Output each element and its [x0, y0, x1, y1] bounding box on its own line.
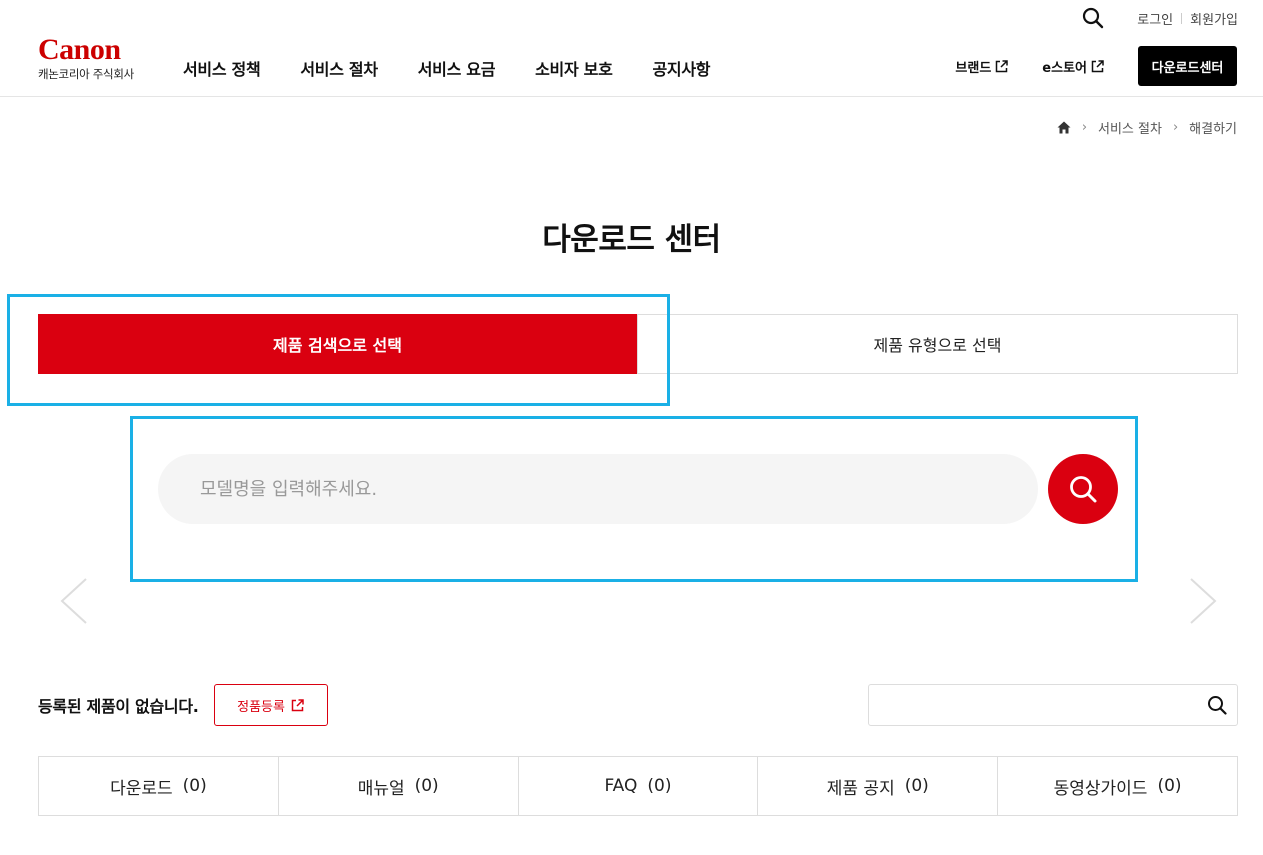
register-button-label: 정품등록 — [237, 699, 285, 715]
breadcrumb-item[interactable]: 서비스 절차 — [1098, 118, 1162, 137]
tab-count: (0) — [904, 776, 929, 796]
chevron-right-icon: › — [1081, 120, 1088, 135]
tab-label: 제품 공지 — [826, 778, 895, 799]
tab-label: 매뉴얼 — [357, 778, 405, 799]
selection-tabs: 제품 검색으로 선택 제품 유형으로 선택 — [38, 314, 1238, 374]
brand-link-label: 브랜드 — [955, 60, 992, 76]
home-icon[interactable] — [1057, 121, 1071, 134]
tab-product-search[interactable]: 제품 검색으로 선택 — [38, 314, 637, 374]
tab-download[interactable]: 다운로드 (0) — [39, 757, 279, 815]
brand-wordmark: Canon — [38, 33, 121, 66]
nav-item-service-procedure[interactable]: 서비스 절차 — [300, 56, 378, 80]
tab-label: 동영상가이드 — [1053, 778, 1148, 799]
breadcrumb: › 서비스 절차 › 해결하기 — [1057, 118, 1237, 137]
download-center-button[interactable]: 다운로드센터 — [1138, 46, 1237, 86]
tab-faq[interactable]: FAQ (0) — [519, 757, 759, 815]
prev-arrow-icon[interactable] — [60, 578, 88, 624]
category-tabs: 다운로드 (0) 매뉴얼 (0) FAQ (0) 제품 공지 (0) 동영상가이드 (0) — [38, 756, 1238, 816]
nav-item-service-policy[interactable]: 서비스 정책 — [183, 56, 261, 80]
model-search-field — [158, 454, 1038, 524]
chevron-right-icon: › — [1172, 120, 1179, 135]
no-product-message: 등록된 제품이 없습니다. — [38, 697, 199, 716]
corp-name: 캐논코리아 주식회사 — [38, 67, 134, 81]
tab-count: (0) — [1157, 776, 1182, 796]
external-link-icon — [1091, 59, 1104, 72]
nav-item-service-fee[interactable]: 서비스 요금 — [418, 56, 496, 80]
nav-item-consumer-protection[interactable]: 소비자 보호 — [535, 56, 613, 80]
canon-logo[interactable]: Canon 캐논코리아 주식회사 — [38, 33, 134, 82]
tab-count: (0) — [414, 776, 439, 796]
divider — [1181, 12, 1183, 24]
next-arrow-icon[interactable] — [1189, 578, 1217, 624]
registered-products: 등록된 제품이 없습니다. 정품등록 — [38, 684, 328, 726]
nav-item-notice[interactable]: 공지사항 — [653, 56, 711, 80]
page-title: 다운로드 센터 — [542, 222, 721, 258]
tab-product-type[interactable]: 제품 유형으로 선택 — [637, 314, 1238, 374]
utility-nav: 로그인 회원가입 — [1081, 6, 1238, 30]
product-filter-search — [868, 684, 1238, 726]
tab-video-guide[interactable]: 동영상가이드 (0) — [998, 757, 1237, 815]
tab-count: (0) — [647, 776, 672, 796]
main-nav: 서비스 정책 서비스 절차 서비스 요금 소비자 보호 공지사항 — [183, 56, 750, 80]
estore-link-label: e스토어 — [1042, 60, 1087, 76]
brand-link[interactable]: 브랜드 — [955, 57, 1009, 76]
header-search-icon[interactable] — [1081, 6, 1105, 30]
search-icon[interactable] — [1197, 695, 1237, 715]
product-filter-input[interactable] — [869, 685, 1197, 725]
site-header: 로그인 회원가입 Canon 캐논코리아 주식회사 서비스 정책 서비스 절차 … — [0, 0, 1263, 97]
tab-product-notice[interactable]: 제품 공지 (0) — [758, 757, 999, 815]
tab-manual[interactable]: 매뉴얼 (0) — [279, 757, 519, 815]
external-link-icon — [996, 59, 1009, 72]
tab-label: FAQ — [604, 776, 638, 796]
estore-link[interactable]: e스토어 — [1042, 57, 1104, 76]
model-search-input[interactable] — [200, 478, 1000, 500]
tab-label: 다운로드 — [110, 778, 173, 799]
right-nav: 브랜드 e스토어 다운로드센터 — [955, 46, 1237, 86]
breadcrumb-item[interactable]: 해결하기 — [1189, 118, 1237, 137]
search-submit-button[interactable] — [1048, 454, 1118, 524]
login-link[interactable]: 로그인 — [1137, 9, 1173, 28]
external-link-icon — [291, 698, 304, 711]
search-icon — [1070, 476, 1097, 503]
tab-count: (0) — [182, 776, 207, 796]
signup-link[interactable]: 회원가입 — [1190, 9, 1238, 28]
product-register-button[interactable]: 정품등록 — [213, 684, 328, 726]
